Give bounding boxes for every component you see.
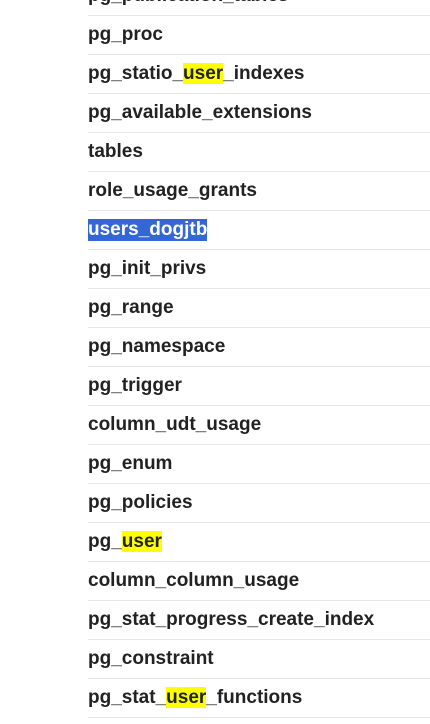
label-text: pg_stat_progress_create_index — [88, 609, 375, 630]
search-match-highlight: user — [166, 687, 207, 708]
label-text: pg_available_extensions — [88, 102, 312, 123]
list-item[interactable]: pg_range — [88, 289, 430, 328]
label-text: pg_stat_ — [88, 687, 167, 708]
list-item-label: pg_statio_user_indexes — [88, 63, 305, 85]
list-item[interactable]: tables — [88, 133, 430, 172]
list-item-label: column_column_usage — [88, 570, 299, 592]
label-text: pg_range — [88, 297, 174, 318]
label-text: pg_statio_ — [88, 63, 184, 84]
search-match-highlight: user — [121, 531, 162, 552]
label-text: pg_namespace — [88, 336, 226, 357]
list-item-label: pg_stat_user_functions — [88, 687, 302, 709]
label-text: pg_proc — [88, 24, 163, 45]
list-item[interactable]: role_usage_grants — [88, 172, 430, 211]
label-text: pg_enum — [88, 453, 173, 474]
list-item[interactable]: column_column_usage — [88, 562, 430, 601]
list-item-label: users_dogjtb — [88, 219, 208, 241]
list-item-label: pg_publication_tables — [88, 0, 289, 7]
list-item[interactable]: pg_namespace — [88, 328, 430, 367]
list-item-label: column_udt_usage — [88, 414, 261, 436]
list-item-label: pg_constraint — [88, 648, 214, 670]
list-item[interactable]: pg_init_privs — [88, 250, 430, 289]
list-item-label: pg_enum — [88, 453, 172, 475]
list-item[interactable]: pg_statio_user_indexes — [88, 55, 430, 94]
label-text: pg_constraint — [88, 648, 214, 669]
list-item-label: pg_user — [88, 531, 162, 553]
list-item[interactable]: pg_available_extensions — [88, 94, 430, 133]
list-item[interactable]: pg_stat_progress_create_index — [88, 601, 430, 640]
list-item-label: pg_init_privs — [88, 258, 206, 280]
list-item-label: pg_range — [88, 297, 174, 319]
list-item[interactable]: pg_enum — [88, 445, 430, 484]
list-item-label: pg_policies — [88, 492, 193, 514]
label-text: tables — [88, 141, 143, 162]
list-item[interactable]: pg_user — [88, 523, 430, 562]
label-text: role_usage_grants — [88, 180, 257, 201]
list-item-selected[interactable]: users_dogjtb — [88, 211, 430, 250]
list-item-label: pg_namespace — [88, 336, 225, 358]
label-text: column_column_usage — [88, 570, 300, 591]
search-match-highlight: user — [183, 63, 224, 84]
label-text: column_udt_usage — [88, 414, 262, 435]
list-item[interactable]: pg_constraint — [88, 640, 430, 679]
label-text: pg_init_privs — [88, 258, 207, 279]
list-item-label: pg_stat_progress_create_index — [88, 609, 374, 631]
label-text: pg_policies — [88, 492, 193, 513]
label-text: users_dogjtb — [88, 219, 208, 240]
list-item[interactable]: pg_policies — [88, 484, 430, 523]
list-item[interactable]: pg_publication_tables — [88, 0, 430, 16]
list-item[interactable]: pg_trigger — [88, 367, 430, 406]
list-item[interactable]: column_udt_usage — [88, 406, 430, 445]
list-item-label: pg_proc — [88, 24, 163, 46]
label-text: pg_trigger — [88, 375, 182, 396]
list-item-label: pg_available_extensions — [88, 102, 312, 124]
label-text: _indexes — [223, 63, 305, 84]
list-item[interactable]: pg_proc — [88, 16, 430, 55]
label-text: _functions — [206, 687, 303, 708]
list-item-label: tables — [88, 141, 143, 163]
label-text: pg_publication_tables — [88, 0, 289, 6]
table-name-list: pg_publication_tablespg_procpg_statio_us… — [88, 0, 430, 718]
label-text: pg_ — [88, 531, 122, 552]
list-item[interactable]: pg_stat_user_functions — [88, 679, 430, 718]
list-item-label: pg_trigger — [88, 375, 182, 397]
list-item-label: role_usage_grants — [88, 180, 257, 202]
